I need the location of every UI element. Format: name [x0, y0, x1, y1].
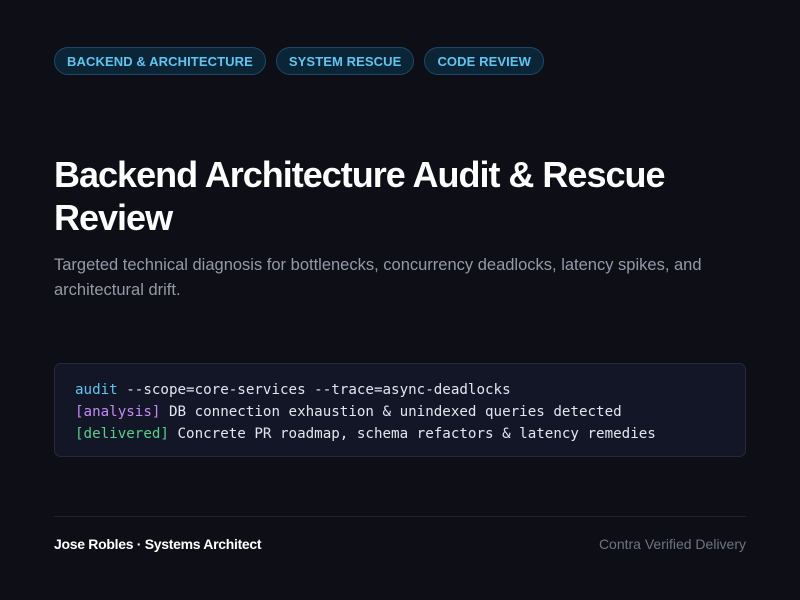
tag-list: BACKEND & ARCHITECTURE SYSTEM RESCUE COD…: [54, 47, 746, 75]
tag-system-rescue[interactable]: SYSTEM RESCUE: [275, 47, 415, 75]
terminal-command-line: audit --scope=core-services --trace=asyn…: [75, 379, 725, 401]
terminal-command-args: --scope=core-services --trace=async-dead…: [117, 382, 511, 398]
service-card: BACKEND & ARCHITECTURE SYSTEM RESCUE COD…: [0, 0, 800, 600]
verified-badge: Contra Verified Delivery: [598, 536, 746, 552]
terminal-command: audit: [75, 382, 118, 398]
analysis-text: DB connection exhaustion & unindexed que…: [160, 404, 622, 420]
terminal-delivered-line: [delivered] Concrete PR roadmap, schema …: [75, 423, 725, 445]
tag-code-review[interactable]: CODE REVIEW: [424, 47, 544, 75]
page-title: Backend Architecture Audit & Rescue Revi…: [54, 154, 666, 238]
terminal-analysis-line: [analysis] DB connection exhaustion & un…: [75, 401, 725, 423]
author-name[interactable]: Jose Robles · Systems Architect: [54, 536, 262, 552]
page-subtitle: Targeted technical diagnosis for bottlen…: [54, 256, 702, 299]
footer-divider: [54, 516, 746, 517]
delivered-text: Concrete PR roadmap, schema refactors & …: [168, 426, 656, 442]
terminal-block: audit --scope=core-services --trace=asyn…: [54, 363, 746, 457]
delivered-tag: [delivered]: [75, 426, 169, 442]
footer: Jose Robles · Systems Architect Contra V…: [54, 534, 746, 554]
tag-backend-architecture[interactable]: BACKEND & ARCHITECTURE: [54, 47, 266, 75]
analysis-tag: [analysis]: [75, 404, 161, 420]
